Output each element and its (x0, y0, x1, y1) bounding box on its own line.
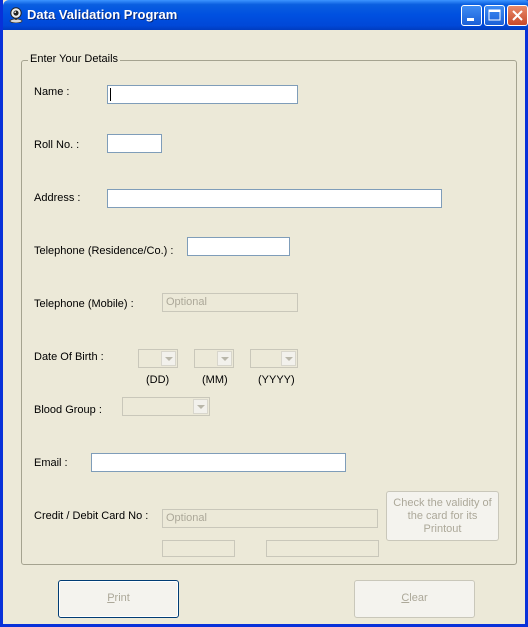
date-of-birth-label: Date Of Birth : (34, 351, 104, 363)
dob-month-select[interactable] (194, 349, 234, 368)
blood-group-select[interactable] (122, 397, 210, 416)
groupbox-title: Enter Your Details (28, 53, 121, 65)
telephone-mobile-input[interactable]: Optional (162, 293, 298, 312)
dob-day-select[interactable] (138, 349, 178, 368)
roll-no-input[interactable] (107, 134, 162, 153)
close-icon (512, 10, 523, 21)
card-info-field-2[interactable] (266, 540, 379, 557)
telephone-residence-input[interactable] (187, 237, 290, 256)
blood-group-label: Blood Group : (34, 404, 102, 416)
print-label: rint (114, 592, 130, 604)
dob-year-caption: (YYYY) (258, 374, 295, 386)
roll-no-label: Roll No. : (34, 139, 80, 151)
name-label: Name : (34, 86, 70, 98)
dob-month-caption: (MM) (202, 374, 228, 386)
clear-label: lear (409, 592, 428, 604)
chevron-down-icon[interactable] (161, 351, 176, 366)
minimize-icon (467, 18, 474, 21)
close-button[interactable] (507, 5, 528, 26)
telephone-mobile-label: Telephone (Mobile) : (34, 298, 134, 310)
card-number-placeholder: Optional (166, 512, 207, 524)
maximize-icon (488, 9, 501, 21)
email-input[interactable] (91, 453, 346, 472)
webcam-icon (9, 7, 23, 23)
chevron-down-icon[interactable] (193, 399, 208, 414)
card-info-field-1[interactable] (162, 540, 235, 557)
print-accelerator: P (107, 592, 115, 604)
telephone-mobile-placeholder: Optional (166, 296, 207, 308)
minimize-button[interactable] (461, 5, 482, 26)
address-label: Address : (34, 192, 81, 204)
card-number-input[interactable]: Optional (162, 509, 378, 528)
details-groupbox (21, 60, 517, 565)
window-title: Data Validation Program (27, 7, 178, 22)
address-input[interactable] (107, 189, 442, 208)
chevron-down-icon[interactable] (281, 351, 296, 366)
dob-year-select[interactable] (250, 349, 298, 368)
telephone-residence-label: Telephone (Residence/Co.) : (34, 245, 174, 257)
maximize-button[interactable] (484, 5, 505, 26)
check-card-validity-button[interactable]: Check the validity of the card for its P… (386, 491, 499, 541)
email-label: Email : (34, 457, 68, 469)
text-caret (110, 88, 111, 101)
title-bar[interactable]: Data Validation Program (3, 0, 528, 30)
chevron-down-icon[interactable] (217, 351, 232, 366)
name-input[interactable] (107, 85, 298, 104)
check-card-validity-label: Check the validity of the card for its P… (393, 497, 492, 535)
dob-day-caption: (DD) (146, 374, 170, 386)
print-button[interactable]: Print (58, 580, 179, 618)
main-window: Data Validation Program Enter Your Detai… (0, 0, 528, 627)
clear-button[interactable]: Clear (354, 580, 475, 618)
card-number-label: Credit / Debit Card No : (34, 510, 149, 522)
